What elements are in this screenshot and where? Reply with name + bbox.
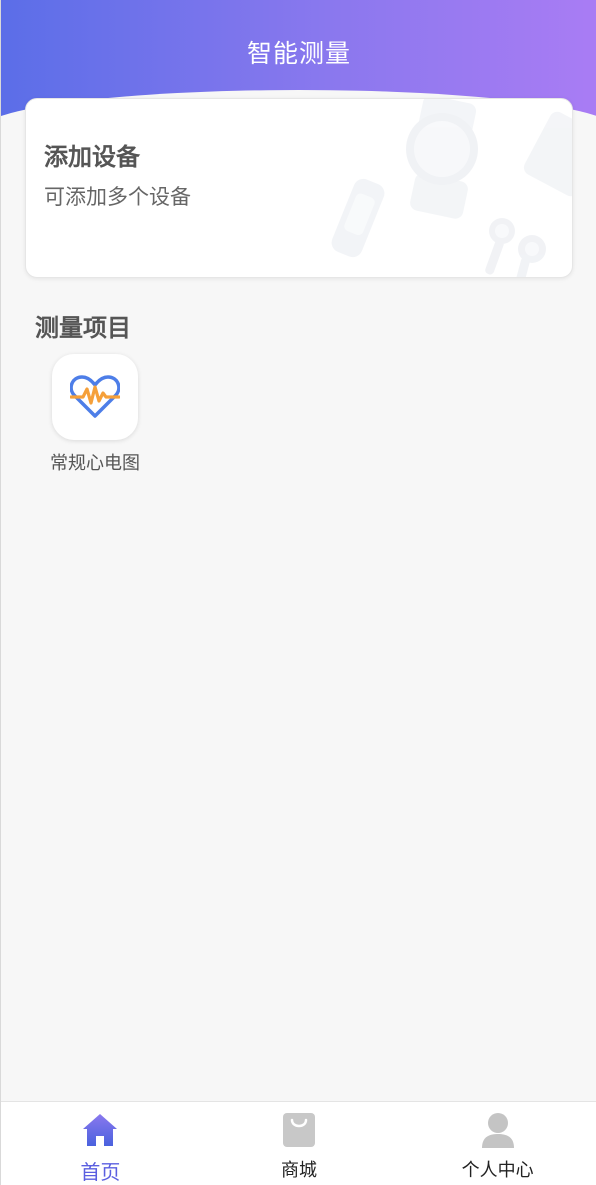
add-device-card[interactable]: 添加设备 可添加多个设备: [25, 98, 573, 278]
measure-item-icon-box: [52, 354, 138, 440]
devices-illustration: [331, 99, 572, 277]
app-screen: 智能测量 添加设备 可添加多个设备 测量项目 常规心电图 首页 商城 个人中心: [0, 0, 596, 1185]
measure-item-label: 常规心电图: [50, 453, 140, 474]
smart-watch-icon: [406, 99, 478, 219]
measure-section-title: 测量项目: [35, 314, 131, 342]
page-title: 智能测量: [246, 39, 351, 68]
bottom-tab-bar: 首页 商城 个人中心: [1, 1101, 596, 1185]
user-icon: [480, 1112, 516, 1148]
measure-item-ecg[interactable]: 常规心电图: [41, 354, 149, 475]
shopping-bag-icon: [281, 1112, 317, 1148]
tab-home[interactable]: 首页: [1, 1102, 200, 1185]
tab-profile-label: 个人中心: [461, 1160, 534, 1181]
earbuds-icon: [485, 218, 546, 277]
add-device-subtitle: 可添加多个设备: [44, 185, 191, 209]
tab-home-label: 首页: [80, 1160, 121, 1184]
add-device-title: 添加设备: [44, 143, 140, 171]
tab-shop-label: 商城: [281, 1160, 317, 1181]
smart-band-icon: [331, 178, 385, 258]
tab-profile[interactable]: 个人中心: [398, 1102, 596, 1185]
tab-shop[interactable]: 商城: [200, 1102, 399, 1185]
phone-icon: [523, 111, 572, 197]
home-icon: [82, 1112, 118, 1148]
heart-ecg-icon: [70, 375, 120, 418]
